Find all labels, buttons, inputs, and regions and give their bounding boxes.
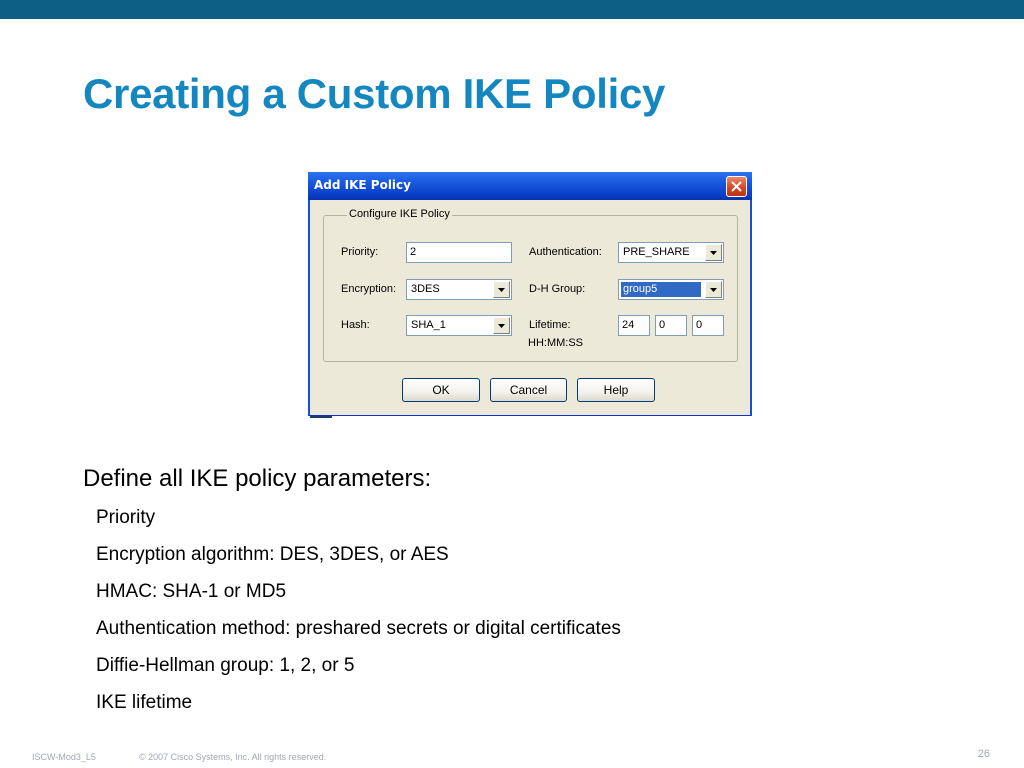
lifetime-format-hint: HH:MM:SS: [528, 337, 583, 349]
encryption-value: 3DES: [411, 283, 440, 295]
list-item: HMAC: SHA-1 or MD5: [96, 581, 287, 602]
close-button[interactable]: [726, 176, 747, 197]
list-item: Priority: [96, 507, 156, 528]
chevron-down-icon: [498, 288, 505, 292]
lifetime-label: Lifetime:: [529, 319, 571, 331]
page-number: 26: [977, 748, 990, 760]
chevron-down-icon: [498, 324, 505, 328]
encryption-dropdown-button[interactable]: [493, 281, 510, 298]
encryption-select[interactable]: 3DES: [406, 279, 512, 300]
authentication-label: Authentication:: [529, 246, 602, 258]
cancel-button[interactable]: Cancel: [490, 378, 567, 402]
intro-text: Define all IKE policy parameters:: [83, 465, 432, 492]
hash-select[interactable]: SHA_1: [406, 315, 512, 336]
copyright: © 2007 Cisco Systems, Inc. All rights re…: [139, 752, 327, 762]
top-banner: [0, 0, 1024, 19]
slide-title: Creating a Custom IKE Policy: [83, 70, 666, 117]
list-item: Authentication method: preshared secrets…: [96, 618, 621, 639]
chevron-down-icon: [710, 251, 717, 255]
chevron-down-icon: [710, 288, 717, 292]
parameter-list: Priority Encryption algorithm: DES, 3DES…: [96, 507, 621, 729]
lifetime-minutes-input[interactable]: 0: [655, 315, 687, 336]
lifetime-hours-input[interactable]: 24: [618, 315, 650, 336]
list-item: Diffie-Hellman group: 1, 2, or 5: [96, 655, 355, 676]
dialog-title: Add IKE Policy: [314, 178, 411, 192]
dh-group-select[interactable]: group5: [618, 279, 724, 300]
dh-group-value: group5: [621, 282, 701, 297]
lifetime-seconds-input[interactable]: 0: [692, 315, 724, 336]
authentication-select[interactable]: PRE_SHARE: [618, 242, 724, 263]
authentication-value: PRE_SHARE: [623, 246, 690, 258]
authentication-dropdown-button[interactable]: [705, 244, 722, 261]
hash-value: SHA_1: [411, 319, 446, 331]
dh-group-label: D-H Group:: [529, 283, 586, 295]
add-ike-policy-dialog: Add IKE Policy Configure IKE Policy Prio…: [308, 172, 752, 416]
encryption-label: Encryption:: [341, 283, 397, 295]
list-item: Encryption algorithm: DES, 3DES, or AES: [96, 544, 449, 565]
list-item: IKE lifetime: [96, 692, 193, 713]
hash-dropdown-button[interactable]: [493, 317, 510, 334]
ok-button[interactable]: OK: [402, 378, 480, 402]
dh-group-dropdown-button[interactable]: [705, 281, 722, 298]
priority-label: Priority:: [341, 246, 379, 258]
group-legend: Configure IKE Policy: [347, 208, 452, 220]
priority-input[interactable]: 2: [406, 242, 512, 263]
dialog-titlebar[interactable]: Add IKE Policy: [308, 172, 752, 200]
course-code: ISCW-Mod3_L5: [32, 752, 96, 762]
hash-label: Hash:: [341, 319, 370, 331]
dialog-shadow-mark: [310, 416, 332, 418]
help-button[interactable]: Help: [577, 378, 655, 402]
close-icon: [731, 181, 742, 192]
